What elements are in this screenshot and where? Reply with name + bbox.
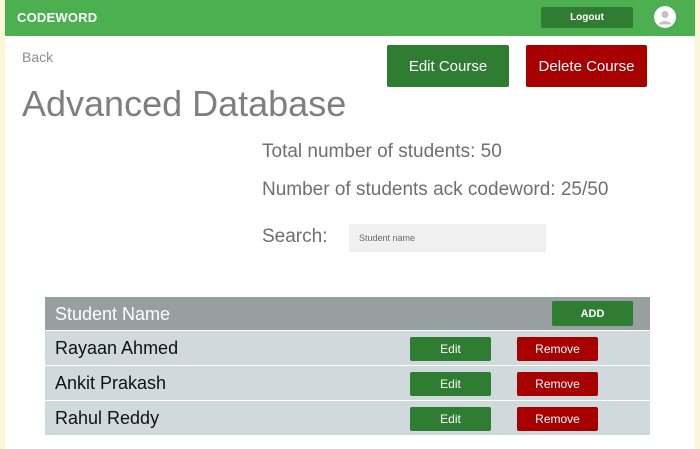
student-table: Student Name ADD Rayaan Ahmed Edit Remov… [45,297,650,435]
search-label: Search: [262,226,328,247]
table-row: Ankit Prakash Edit Remove [45,365,650,400]
remove-student-button[interactable]: Remove [517,407,598,431]
user-avatar-icon[interactable] [654,6,676,28]
top-navbar: CODEWORD Logout [5,0,695,36]
student-name: Rayaan Ahmed [55,338,179,358]
column-header-student-name: Student Name [55,304,171,324]
back-link[interactable]: Back [22,49,53,65]
edit-student-button[interactable]: Edit [410,372,491,396]
table-header: Student Name ADD [45,297,650,330]
edit-student-button[interactable]: Edit [410,407,491,431]
page-title: Advanced Database [22,83,347,124]
remove-student-button[interactable]: Remove [517,372,598,396]
search-input[interactable] [349,224,546,252]
ack-students-text: Number of students ack codeword: 25/50 [262,179,609,200]
total-students-text: Total number of students: 50 [262,141,502,162]
remove-student-button[interactable]: Remove [517,337,598,361]
edit-student-button[interactable]: Edit [410,337,491,361]
table-row: Rayaan Ahmed Edit Remove [45,330,650,365]
logout-button[interactable]: Logout [541,7,633,28]
student-name: Rahul Reddy [55,408,160,428]
user-silhouette-icon [658,10,672,25]
delete-course-button[interactable]: Delete Course [526,45,647,87]
add-student-button[interactable]: ADD [552,301,633,326]
brand-logo[interactable]: CODEWORD [17,10,97,25]
table-row: Rahul Reddy Edit Remove [45,400,650,435]
student-name: Ankit Prakash [55,373,167,393]
edit-course-button[interactable]: Edit Course [387,45,509,87]
